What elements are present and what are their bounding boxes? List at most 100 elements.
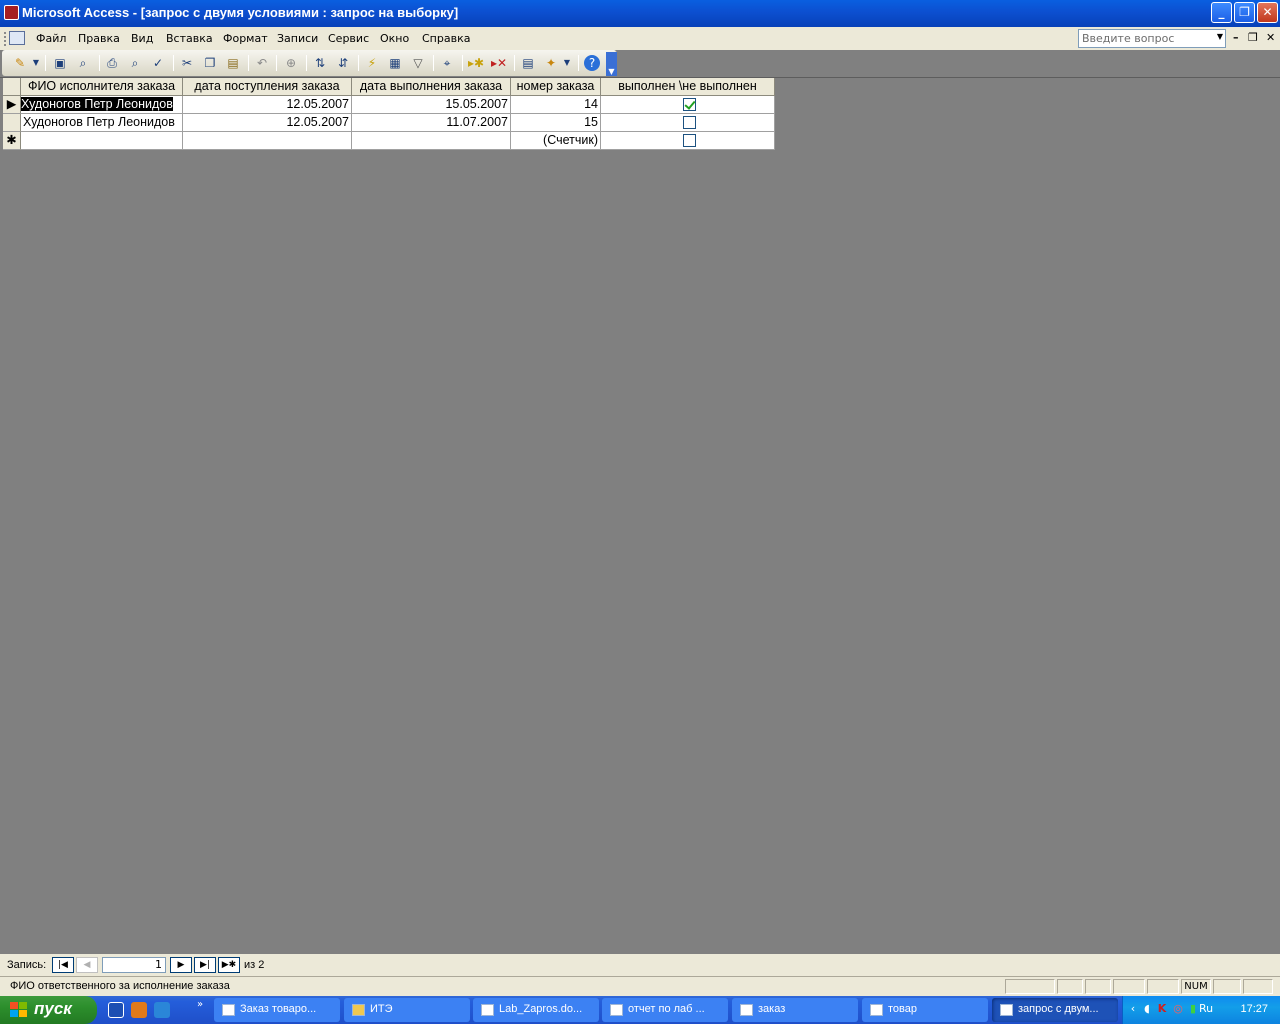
menu-records[interactable]: Записи [277, 32, 318, 45]
column-header-date-received[interactable]: дата поступления заказа [183, 78, 352, 96]
clock[interactable]: 17:27 [1240, 1003, 1268, 1015]
menu-tools[interactable]: Сервис [328, 32, 369, 45]
document-icon[interactable] [9, 31, 25, 45]
sort-descending-icon[interactable]: ⇵ [335, 55, 351, 71]
cell-date-received[interactable] [183, 132, 352, 150]
title-bar[interactable]: Microsoft Access - [запрос с двумя услов… [0, 0, 1280, 27]
help-icon[interactable]: ? [584, 55, 600, 71]
menubar-grip[interactable] [4, 32, 7, 46]
mdi-restore-button[interactable]: ❐ [1248, 31, 1258, 44]
new-record-button[interactable]: ▶✱ [218, 957, 240, 973]
cell-date-completed[interactable]: 15.05.2007 [352, 96, 511, 114]
menu-help[interactable]: Справка [422, 32, 470, 45]
cell-date-received[interactable]: 12.05.2007 [183, 96, 352, 114]
new-record-icon[interactable]: ▸✱ [468, 55, 484, 71]
find-icon[interactable]: ⌖ [439, 55, 455, 71]
tray-expand-icon[interactable]: ‹ [1126, 1002, 1140, 1016]
mdi-minimize-button[interactable]: – [1233, 31, 1239, 44]
signal-icon[interactable]: ▮ [1186, 1002, 1200, 1016]
new-object-icon[interactable]: ✦ [543, 55, 559, 71]
next-record-button[interactable]: ▶ [170, 957, 192, 973]
column-header-date-completed[interactable]: дата выполнения заказа [352, 78, 511, 96]
menu-window[interactable]: Окно [380, 32, 409, 45]
select-all-corner[interactable] [3, 78, 21, 96]
menu-file[interactable]: Файл [36, 32, 66, 45]
completed-checkbox[interactable] [683, 98, 696, 111]
status-panel [1213, 979, 1241, 994]
network-icon[interactable]: ◖ [1140, 1002, 1154, 1016]
completed-checkbox[interactable] [683, 116, 696, 129]
task-button-active[interactable]: запрос с двум... [992, 998, 1118, 1022]
quicklaunch-ie-icon[interactable] [154, 1002, 170, 1018]
task-button[interactable]: товар [862, 998, 988, 1022]
delete-record-icon[interactable]: ▸✕ [491, 55, 507, 71]
chevron-down-icon[interactable]: ▼ [1217, 32, 1223, 41]
quicklaunch-word-icon[interactable] [108, 1002, 124, 1018]
help-question-input[interactable]: Введите вопрос ▼ [1078, 29, 1226, 48]
column-header-fio[interactable]: ФИО исполнителя заказа [21, 78, 183, 96]
column-header-order-number[interactable]: номер заказа [511, 78, 601, 96]
cell-fio[interactable]: Худоногов Петр Леонидов [21, 96, 183, 114]
cell-order-number[interactable]: 15 [511, 114, 601, 132]
database-window-icon[interactable]: ▤ [520, 55, 536, 71]
quicklaunch-firefox-icon[interactable] [131, 1002, 147, 1018]
cell-date-completed[interactable] [352, 132, 511, 150]
view-icon[interactable]: ✎ [12, 55, 28, 71]
completed-checkbox[interactable] [683, 134, 696, 147]
record-selector[interactable] [3, 114, 21, 132]
print-preview-icon[interactable]: ⌕ [127, 55, 143, 71]
last-record-button[interactable]: ▶| [194, 957, 216, 973]
filter-by-selection-icon[interactable]: ⚡ [364, 55, 380, 71]
task-label: запрос с двум... [1018, 1003, 1099, 1015]
task-button[interactable]: заказ [732, 998, 858, 1022]
search-file-icon[interactable]: ⌕ [75, 55, 91, 71]
hyperlink-icon[interactable]: ⊕ [283, 55, 299, 71]
record-selector-current[interactable]: ▶ [3, 96, 21, 114]
cell-fio[interactable]: Худоногов Петр Леонидов [21, 114, 183, 132]
new-object-dropdown-icon[interactable]: ▼ [559, 55, 575, 71]
close-button[interactable]: ✕ [1257, 2, 1278, 23]
first-record-button[interactable]: |◀ [52, 957, 74, 973]
cut-icon[interactable]: ✂ [179, 55, 195, 71]
security-icon[interactable]: ◎ [1171, 1002, 1185, 1016]
task-button[interactable]: отчет по лаб ... [602, 998, 728, 1022]
access-app-icon[interactable] [4, 5, 19, 20]
save-icon[interactable]: ▣ [52, 55, 68, 71]
sort-ascending-icon[interactable]: ⇅ [312, 55, 328, 71]
menu-view[interactable]: Вид [131, 32, 153, 45]
cell-fio-text: Худоногов Петр Леонидов [21, 97, 173, 111]
mdi-close-button[interactable]: ✕ [1266, 31, 1275, 44]
menu-insert[interactable]: Вставка [166, 32, 213, 45]
status-panel [1057, 979, 1083, 994]
antivirus-icon[interactable]: K [1155, 1002, 1169, 1016]
spelling-icon[interactable]: ✓ [150, 55, 166, 71]
column-header-completed[interactable]: выполнен \не выполнен [601, 78, 775, 96]
cell-fio[interactable] [21, 132, 183, 150]
menu-format[interactable]: Формат [223, 32, 268, 45]
copy-icon[interactable]: ❐ [202, 55, 218, 71]
table-icon [870, 1004, 883, 1016]
cell-order-number[interactable]: 14 [511, 96, 601, 114]
view-dropdown-icon[interactable]: ▼ [28, 55, 44, 71]
cell-order-number-autonumber[interactable]: (Счетчик) [511, 132, 601, 150]
quicklaunch-more-icon[interactable]: » [197, 999, 203, 1010]
cell-date-received[interactable]: 12.05.2007 [183, 114, 352, 132]
paste-icon[interactable]: ▤ [225, 55, 241, 71]
toolbar-options-chevron[interactable]: ▼ [606, 52, 617, 76]
previous-record-button[interactable]: ◀ [76, 957, 98, 973]
filter-by-form-icon[interactable]: ▦ [387, 55, 403, 71]
undo-icon[interactable]: ↶ [254, 55, 270, 71]
menu-edit[interactable]: Правка [78, 32, 120, 45]
start-button[interactable]: пуск [0, 996, 97, 1024]
current-record-input[interactable]: 1 [102, 957, 166, 973]
apply-filter-icon[interactable]: ▽ [410, 55, 426, 71]
task-button[interactable]: ИТЭ [344, 998, 470, 1022]
language-indicator[interactable]: Ru [1199, 1002, 1213, 1016]
task-button[interactable]: Lab_Zapros.do... [473, 998, 599, 1022]
cell-date-completed[interactable]: 11.07.2007 [352, 114, 511, 132]
new-record-marker[interactable]: ✱ [3, 132, 21, 150]
task-button[interactable]: Заказ товаро... [214, 998, 340, 1022]
restore-button[interactable]: ❐ [1234, 2, 1255, 23]
minimize-button[interactable]: _ [1211, 2, 1232, 23]
print-icon[interactable]: ⎙ [104, 55, 120, 71]
